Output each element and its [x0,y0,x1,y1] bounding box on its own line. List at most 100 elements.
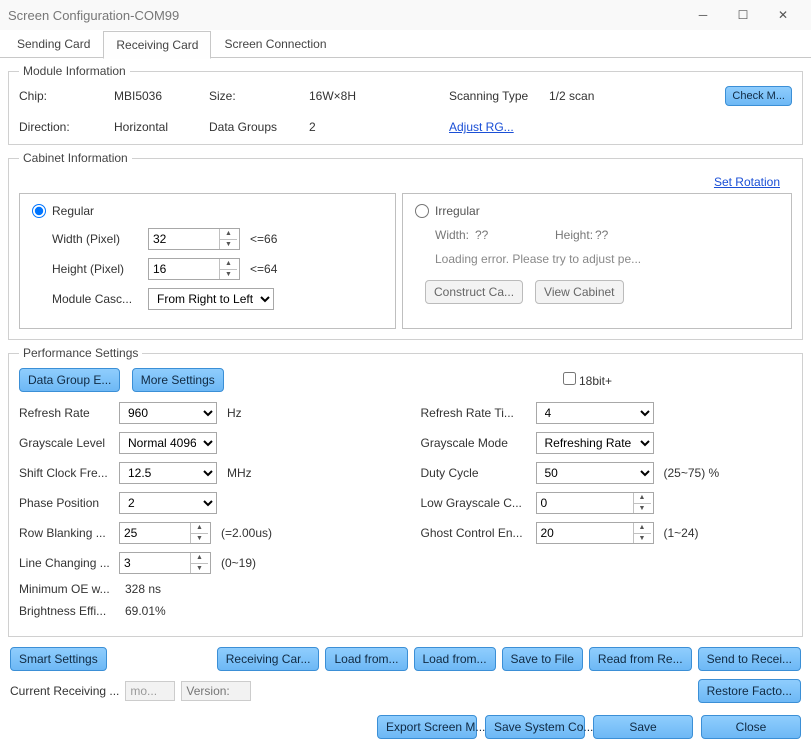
spin-up-icon[interactable]: ▲ [634,523,651,534]
ghost-control-spinner[interactable]: ▲▼ [536,522,654,544]
send-to-receiver-button[interactable]: Send to Recei... [698,647,801,671]
cabinet-legend: Cabinet Information [19,151,132,165]
chip-value: MBI5036 [114,89,209,103]
irr-height-label: Height: [535,228,595,242]
size-label: Size: [209,89,309,103]
height-input[interactable] [149,259,219,279]
maximize-button[interactable]: ☐ [723,1,763,29]
refresh-rate-ti-select[interactable]: 4 [536,402,654,424]
version-field [181,681,251,701]
refresh-rate-select[interactable]: 960 [119,402,217,424]
scanning-type-label: Scanning Type [449,89,549,103]
grayscale-level-select[interactable]: Normal 4096 [119,432,217,454]
cabinet-information-group: Cabinet Information Set Rotation Regular… [8,151,803,340]
grayscale-mode-select[interactable]: Refreshing Rate Pri [536,432,654,454]
regular-label: Regular [52,204,94,218]
spin-down-icon[interactable]: ▼ [634,504,651,514]
load-from-button-1[interactable]: Load from... [325,647,407,671]
row-blanking-input[interactable] [120,523,190,543]
spin-down-icon[interactable]: ▼ [220,270,237,280]
perf-legend: Performance Settings [19,346,142,360]
bit18-label: 18bit+ [579,374,612,388]
shift-clock-select[interactable]: 12.5 [119,462,217,484]
current-receiving-mo-field [125,681,175,701]
spin-up-icon[interactable]: ▲ [191,523,208,534]
irregular-label: Irregular [435,204,480,218]
grayscale-level-label: Grayscale Level [19,436,119,450]
read-from-receiver-button[interactable]: Read from Re... [589,647,692,671]
window-title: Screen Configuration-COM99 [8,8,683,23]
phase-position-select[interactable]: 2 [119,492,217,514]
spin-down-icon[interactable]: ▼ [220,240,237,250]
tab-sending-card[interactable]: Sending Card [4,30,103,58]
spin-up-icon[interactable]: ▲ [634,493,651,504]
irr-height-value: ?? [595,228,655,242]
brightness-eff-label: Brightness Effi... [19,604,119,618]
data-groups-label: Data Groups [209,120,309,134]
data-groups-value: 2 [309,120,449,134]
height-spinner[interactable]: ▲▼ [148,258,240,280]
low-grayscale-label: Low Grayscale C... [421,496,536,510]
regular-radio[interactable] [32,204,46,218]
size-value: 16W×8H [309,89,449,103]
ghost-control-input[interactable] [537,523,633,543]
height-hint: <=64 [240,262,277,276]
bit18-checkbox[interactable] [563,372,576,385]
tab-receiving-card[interactable]: Receiving Card [103,31,211,59]
tab-screen-connection[interactable]: Screen Connection [211,30,339,58]
row-blanking-spinner[interactable]: ▲▼ [119,522,211,544]
width-spinner[interactable]: ▲▼ [148,228,240,250]
data-group-ex-button[interactable]: Data Group E... [19,368,120,392]
loading-error-text: Loading error. Please try to adjust pe..… [415,252,779,266]
module-casc-select[interactable]: From Right to Left [148,288,274,310]
spin-down-icon[interactable]: ▼ [191,564,208,574]
receiving-card-button[interactable]: Receiving Car... [217,647,320,671]
view-cabinet-button[interactable]: View Cabinet [535,280,624,304]
spin-up-icon[interactable]: ▲ [191,553,208,564]
regular-panel: Regular Width (Pixel) ▲▼ <=66 Height (Pi… [19,193,396,329]
smart-settings-button[interactable]: Smart Settings [10,647,107,671]
spin-up-icon[interactable]: ▲ [220,259,237,270]
spin-down-icon[interactable]: ▼ [634,534,651,544]
minimize-button[interactable]: ─ [683,1,723,29]
irr-width-value: ?? [475,228,535,242]
check-module-button[interactable]: Check M... [725,86,792,106]
spin-up-icon[interactable]: ▲ [220,229,237,240]
module-legend: Module Information [19,64,130,78]
phase-position-label: Phase Position [19,496,119,510]
height-label: Height (Pixel) [32,262,148,276]
line-changing-input[interactable] [120,553,190,573]
irr-width-label: Width: [415,228,475,242]
scanning-type-value: 1/2 scan [549,89,629,103]
refresh-rate-ti-label: Refresh Rate Ti... [421,406,536,420]
low-grayscale-input[interactable] [537,493,633,513]
adjust-rg-link[interactable]: Adjust RG... [449,120,549,134]
low-grayscale-spinner[interactable]: ▲▼ [536,492,654,514]
direction-value: Horizontal [114,120,209,134]
chip-label: Chip: [19,89,114,103]
set-rotation-link[interactable]: Set Rotation [714,175,780,189]
spin-down-icon[interactable]: ▼ [191,534,208,544]
save-to-file-button[interactable]: Save to File [502,647,583,671]
construct-cabinet-button[interactable]: Construct Ca... [425,280,523,304]
duty-cycle-select[interactable]: 50 [536,462,654,484]
grayscale-mode-label: Grayscale Mode [421,436,536,450]
restore-factory-button[interactable]: Restore Facto... [698,679,801,703]
min-oe-value: 328 ns [119,582,161,596]
close-window-button[interactable]: ✕ [763,1,803,29]
duty-cycle-label: Duty Cycle [421,466,536,480]
shift-clock-label: Shift Clock Fre... [19,466,119,480]
load-from-button-2[interactable]: Load from... [414,647,496,671]
module-casc-label: Module Casc... [32,292,148,306]
ghost-control-label: Ghost Control En... [421,526,536,540]
line-changing-hint: (0~19) [211,556,256,570]
line-changing-label: Line Changing ... [19,556,119,570]
irregular-panel: Irregular Width: ?? Height: ?? Loading e… [402,193,792,329]
brightness-eff-value: 69.01% [119,604,166,618]
width-input[interactable] [149,229,219,249]
line-changing-spinner[interactable]: ▲▼ [119,552,211,574]
performance-settings-group: Performance Settings 18bit+ Data Group E… [8,346,803,637]
refresh-unit: Hz [217,406,242,420]
more-settings-button[interactable]: More Settings [132,368,224,392]
irregular-radio[interactable] [415,204,429,218]
